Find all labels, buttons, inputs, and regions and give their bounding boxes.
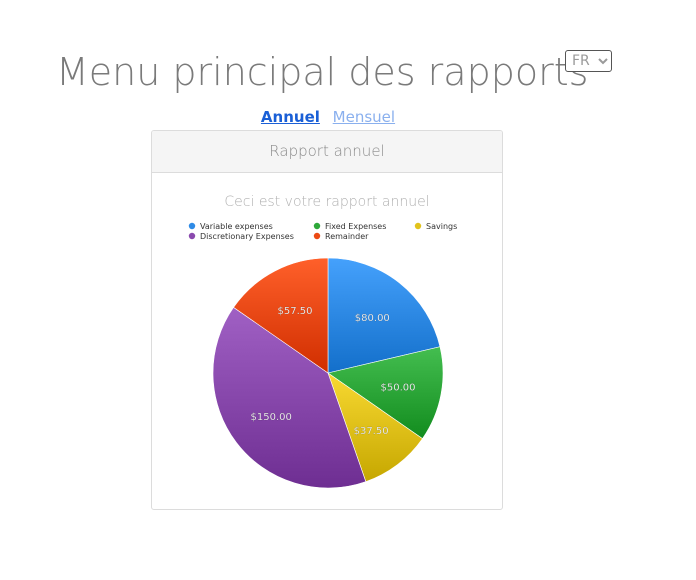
legend-item-savings[interactable]: Savings <box>414 222 457 231</box>
pie-slices <box>212 257 444 489</box>
legend-swatch <box>313 222 321 230</box>
page-title: Menu principal des rapports <box>56 50 589 94</box>
legend-item-discretionary-expenses[interactable]: Discretionary Expenses <box>188 232 294 241</box>
legend-item-variable-expenses[interactable]: Variable expenses <box>188 222 273 231</box>
legend-label: Fixed Expenses <box>325 222 386 231</box>
pie-slice-label-fixed-expenses: $50.00 <box>381 382 416 393</box>
legend-label: Discretionary Expenses <box>200 232 294 241</box>
tab-monthly[interactable]: Mensuel <box>333 108 395 126</box>
pie-slice-label-savings: $37.50 <box>354 426 389 437</box>
tab-annual[interactable]: Annuel <box>261 108 320 126</box>
annual-report-card: Rapport annuel Ceci est votre rapport an… <box>151 130 503 510</box>
report-tabs: Annuel Mensuel <box>0 108 656 126</box>
card-header: Rapport annuel <box>152 131 502 173</box>
legend-item-fixed-expenses[interactable]: Fixed Expenses <box>313 222 387 231</box>
pie-slice-label-discretionary-expenses: $150.00 <box>251 412 292 423</box>
pie-slice-label-variable-expenses: $80.00 <box>355 313 390 324</box>
pie-slice-label-remainder: $57.50 <box>278 306 313 317</box>
legend-swatch <box>188 222 196 230</box>
legend-item-remainder[interactable]: Remainder <box>313 232 369 241</box>
chart-legend: Variable expenses Fixed Expenses Savings Di… <box>188 222 457 241</box>
legend-swatch <box>414 222 422 230</box>
legend-label: Remainder <box>325 232 369 241</box>
legend-swatch <box>313 232 321 240</box>
report-main-page: Menu principal des rapports FR Annuel Me… <box>0 0 696 580</box>
annual-pie-chart: Ceci est votre rapport annuel Variable e… <box>188 194 457 489</box>
chart-title: Ceci est votre rapport annuel <box>224 194 429 210</box>
legend-swatch <box>188 232 196 240</box>
legend-label: Variable expenses <box>200 222 273 231</box>
language-select[interactable]: FR <box>565 50 612 72</box>
legend-label: Savings <box>426 222 457 231</box>
